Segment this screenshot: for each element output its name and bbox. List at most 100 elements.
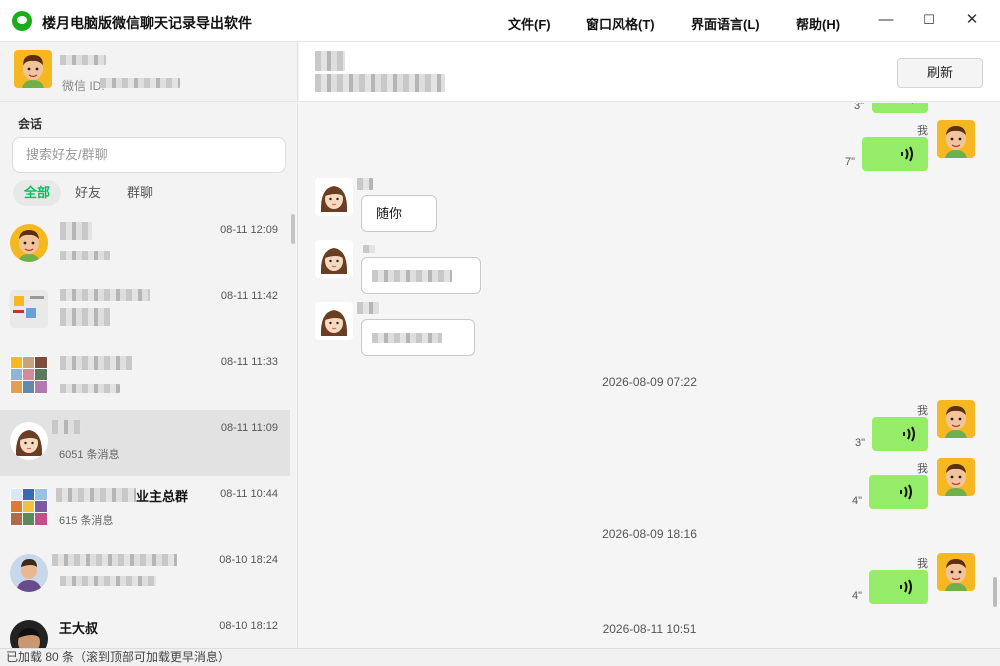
avatar [14,50,52,88]
menu-file[interactable]: 文件(F) [508,14,551,33]
text-message[interactable] [361,319,475,356]
app-logo-icon [12,11,32,31]
avatar [10,422,48,460]
sender-name-blurred [363,245,375,253]
filter-groups[interactable]: 群聊 [116,180,164,206]
avatar [10,356,48,394]
session-time: 08-11 11:33 [220,356,278,368]
avatar [937,120,975,158]
search-input[interactable]: 搜索好友/群聊 [12,137,286,173]
avatar [315,302,353,340]
user-nickname-blurred [60,55,106,65]
sender-me-label: 我 [917,463,928,475]
avatar [315,240,353,278]
minimize-icon[interactable]: — [876,10,896,30]
voice-duration: 4" [852,590,863,602]
session-time: 08-11 12:09 [220,224,278,236]
voice-wave-icon [900,579,912,595]
message-text-blurred [372,270,452,282]
session-preview-blurred [60,576,156,586]
timestamp-separator: 2026-08-09 07:22 [602,375,697,389]
refresh-button[interactable]: 刷新 [897,58,983,88]
voice-wave-icon [900,484,912,500]
voice-message[interactable] [869,475,928,509]
status-bar: 已加载 80 条（滚到顶部可加载更早消息） [0,648,1000,666]
filter-friends[interactable]: 好友 [64,180,112,206]
message-text-blurred [372,333,442,343]
wxid-value-blurred [100,78,180,88]
session-preview-blurred [60,384,120,393]
avatar [10,554,48,592]
list-item[interactable]: 08-11 11:42 [0,278,290,344]
sender-me-label: 我 [917,125,928,137]
timestamp-separator: 2026-08-11 10:51 [602,622,697,636]
voice-message[interactable] [872,417,928,451]
profile-header: 微信 ID: [0,42,298,102]
session-time: 08-11 10:44 [220,488,278,500]
session-time: 08-11 11:09 [220,422,278,434]
avatar [10,488,48,526]
filter-all[interactable]: 全部 [13,180,62,206]
voice-wave-icon [912,103,914,104]
sender-name-blurred [357,302,379,314]
session-name: 王大叔 [59,621,99,636]
close-icon[interactable]: ✕ [962,10,982,30]
session-scrollbar[interactable] [291,214,295,244]
session-name-blurred [52,420,82,434]
title-bar: 楼月电脑版微信聊天记录导出软件 文件(F) 窗口风格(T) 界面语言(L) 帮助… [0,0,1000,42]
session-count: 615 条消息 [59,515,114,527]
session-time: 08-10 18:12 [219,620,278,632]
session-name-blurred [56,488,136,502]
menu-help[interactable]: 帮助(H) [796,14,840,33]
session-preview-blurred [60,251,110,260]
session-panel: 微信 ID: 会话 搜索好友/群聊 全部 好友 群聊 08-11 12:09 0… [0,42,298,648]
session-count: 6051 条消息 [59,449,120,461]
voice-message[interactable] [869,570,928,604]
list-item[interactable]: 08-11 11:33 [0,344,290,410]
list-item[interactable]: 王大叔 08-10 18:12 [0,608,290,648]
list-item[interactable]: 08-10 18:24 [0,542,290,608]
chat-scrollbar[interactable] [993,577,997,607]
chat-header: 刷新 [299,42,1000,102]
sender-name-blurred [357,178,373,190]
sender-me-label: 我 [917,558,928,570]
list-item[interactable]: 业主总群 08-11 10:44 615 条消息 [0,476,290,542]
voice-message[interactable] [862,137,928,171]
message-list: 3" 我 7" 随你 2026-08-09 07:22 我 3" 我 4" 20… [299,103,1000,648]
chat-panel: 刷新 3" 我 7" 随你 2026-08-09 07:22 我 3" 我 4"… [299,42,1000,648]
voice-duration: 3" [854,103,865,112]
menu-language[interactable]: 界面语言(L) [691,14,760,33]
avatar [315,178,353,216]
session-name-blurred [60,356,132,370]
session-time: 08-10 18:24 [219,554,278,566]
session-name: 业主总群 [136,489,189,504]
session-list: 08-11 12:09 08-11 11:42 08-11 11:33 08-1… [0,212,290,648]
sessions-title: 会话 [18,117,43,131]
avatar [10,620,48,648]
text-message[interactable]: 随你 [361,195,437,232]
sender-me-label: 我 [917,405,928,417]
voice-duration: 4" [852,495,863,507]
voice-wave-icon [901,146,913,162]
list-item[interactable]: 08-11 12:09 [0,212,290,278]
app-title: 楼月电脑版微信聊天记录导出软件 [42,15,252,31]
avatar [10,224,48,262]
voice-duration: 7" [845,156,856,168]
wxid-label: 微信 ID: [62,79,105,93]
menu-window-style[interactable]: 窗口风格(T) [586,14,655,33]
avatar [937,400,975,438]
session-preview-blurred [60,308,110,326]
maximize-icon[interactable]: ☐ [919,10,939,30]
avatar [937,458,975,496]
voice-duration: 3" [855,437,866,449]
voice-message[interactable] [872,103,928,113]
text-message[interactable] [361,257,481,294]
session-time: 08-11 11:42 [220,290,278,302]
chat-subtitle-blurred [315,74,445,92]
session-name-blurred [60,289,150,301]
list-item[interactable]: 08-11 11:09 6051 条消息 [0,410,290,476]
avatar [10,290,48,328]
session-name-blurred [60,222,92,240]
chat-title-blurred [315,51,345,71]
timestamp-separator: 2026-08-09 18:16 [602,527,697,541]
